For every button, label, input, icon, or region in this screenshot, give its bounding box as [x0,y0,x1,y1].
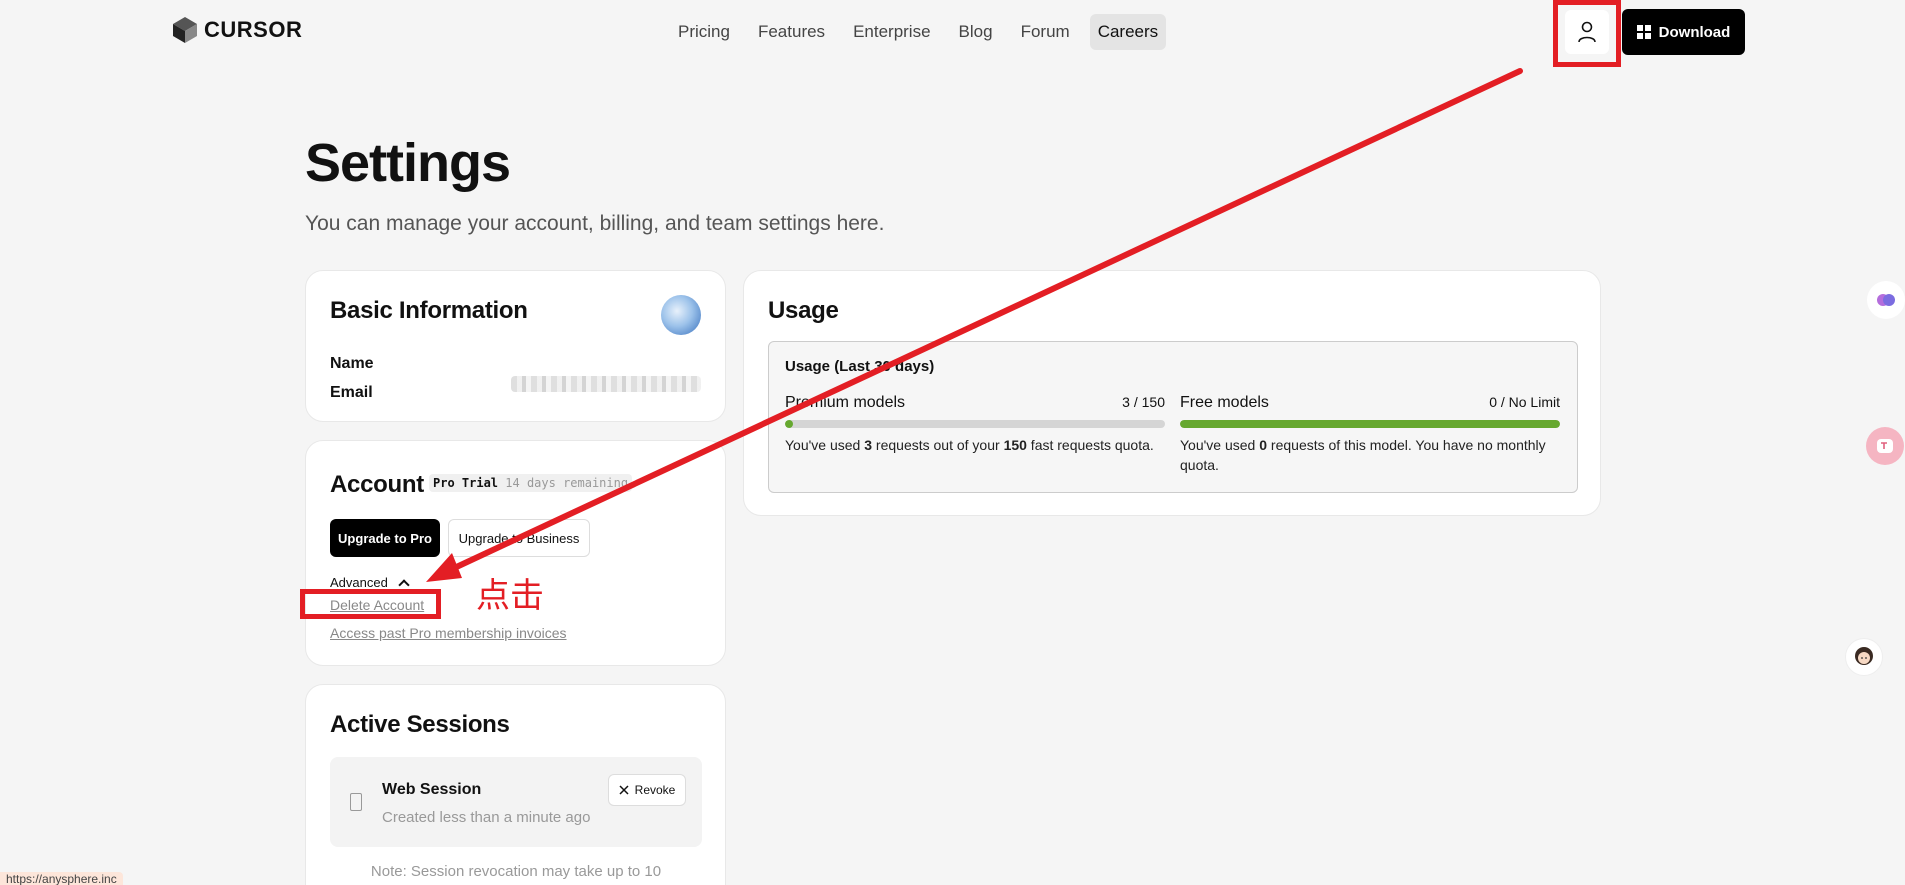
translate-extension-icon[interactable] [1866,427,1904,465]
free-usage-fill [1180,420,1560,428]
upgrade-to-pro-button[interactable]: Upgrade to Pro [330,519,440,557]
page-subtitle: You can manage your account, billing, an… [305,212,885,235]
session-note: Note: Session revocation may take up to … [370,863,662,880]
usage-box-title: Usage (Last 30 days) [785,358,935,375]
brain-extension-icon[interactable] [1867,281,1905,319]
free-models-count: 0 / No Limit [1489,394,1560,410]
premium-models-name: Premium models [785,394,906,411]
session-created: Created less than a minute ago [382,809,591,826]
past-invoices-link[interactable]: Access past Pro membership invoices [330,625,567,641]
usage-title: Usage [768,297,839,324]
plan-remaining: 14 days remaining [505,476,629,490]
girl-avatar-icon [1855,647,1873,665]
nav-link-forum[interactable]: Forum [1013,14,1078,50]
premium-usage-bar [785,420,1165,428]
basic-information-card: Basic Information Name Email [305,270,726,422]
logo-text: CURSOR [204,17,303,42]
session-item: Web Session Created less than a minute a… [330,757,702,847]
download-label: Download [1658,23,1731,41]
page-title: Settings [305,133,511,193]
upgrade-to-business-button[interactable]: Upgrade to Business [448,519,590,557]
download-button[interactable]: Download [1622,9,1745,55]
premium-desc-mid: requests out of your [872,437,1004,453]
account-card: Account Pro Trial 14 days remaining Upgr… [305,440,726,666]
brain-icon [1877,294,1895,306]
free-models: Free models 0 / No Limit You've used 0 r… [1180,394,1560,475]
nav-link-pricing[interactable]: Pricing [670,14,738,50]
active-sessions-card: Active Sessions Web Session Created less… [305,684,726,885]
translate-icon [1877,439,1893,453]
annotation-box-user-button [1553,0,1621,67]
premium-desc-used: 3 [864,437,873,453]
nav-link-features[interactable]: Features [750,14,833,50]
email-label: Email [330,384,373,401]
nav-link-careers[interactable]: Careers [1089,14,1167,50]
usage-card: Usage Usage (Last 30 days) Premium model… [743,270,1601,516]
email-value-blurred [511,376,701,392]
cube-logo-icon [173,17,197,43]
windows-icon [1636,25,1651,39]
premium-desc-post: fast requests quota. [1026,437,1154,453]
name-label: Name [330,355,374,372]
active-sessions-title: Active Sessions [330,711,510,738]
free-desc-pre: You've used [1180,437,1260,453]
annotation-box-delete-account [300,589,441,619]
premium-desc-limit: 150 [1003,437,1027,453]
assistant-avatar-icon[interactable] [1845,638,1883,676]
plan-badge-name: Pro Trial [433,476,499,490]
avatar [661,295,701,335]
nav-links: Pricing Features Enterprise Blog Forum C… [670,14,1167,50]
status-bar-url: https://anysphere.inc [0,872,123,885]
premium-models-desc: You've used 3 requests out of your 150 f… [785,435,1165,455]
close-icon [619,785,629,795]
premium-usage-fill [785,420,793,428]
basic-information-title: Basic Information [330,297,528,324]
device-icon [350,793,362,811]
advanced-label: Advanced [330,575,388,590]
advanced-toggle[interactable]: Advanced [330,575,410,591]
premium-desc-pre: You've used [785,437,865,453]
nav-link-enterprise[interactable]: Enterprise [845,14,938,50]
plan-badge: Pro Trial 14 days remaining [429,474,633,492]
revoke-button[interactable]: Revoke [608,774,686,806]
free-models-desc: You've used 0 requests of this model. Yo… [1180,435,1560,475]
cursor-logo[interactable]: CURSOR [172,16,302,44]
free-desc-used: 0 [1259,437,1268,453]
free-models-name: Free models [1180,394,1269,411]
premium-models-count: 3 / 150 [1122,394,1165,410]
revoke-label: Revoke [634,783,676,797]
annotation-text: 点击 [476,576,544,616]
free-usage-bar [1180,420,1560,428]
usage-box: Usage (Last 30 days) Premium models 3 / … [768,341,1578,493]
account-title: Account [330,471,424,498]
session-title: Web Session [382,781,482,798]
premium-models: Premium models 3 / 150 You've used 3 req… [785,394,1165,455]
nav-link-blog[interactable]: Blog [951,14,1001,50]
